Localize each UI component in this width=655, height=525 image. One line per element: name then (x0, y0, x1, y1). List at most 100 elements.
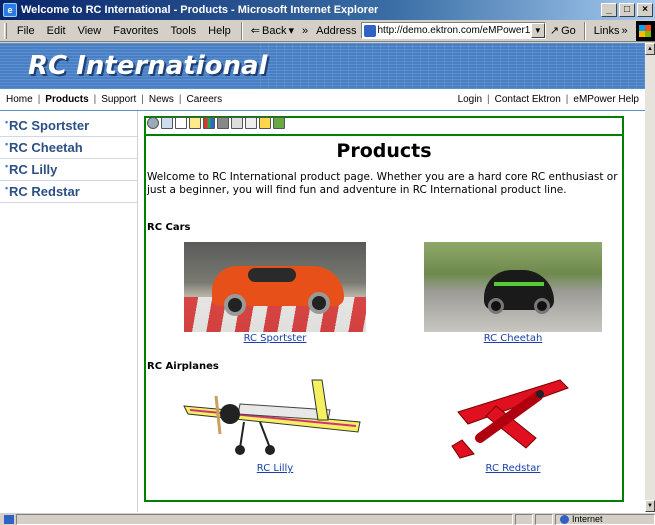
nav-separator: | (37, 94, 41, 105)
edit-frame-right (622, 116, 624, 136)
menu-favorites[interactable]: Favorites (107, 25, 164, 37)
nav-contact[interactable]: Contact Ektron (495, 94, 561, 105)
go-button[interactable]: ↗ Go (546, 24, 580, 38)
maximize-button[interactable]: □ (619, 3, 635, 17)
library-icon[interactable] (203, 117, 215, 129)
delete-icon[interactable] (217, 117, 229, 129)
site-nav: Home | Products | Support | News | Careers Login… (0, 89, 645, 111)
back-label: Back (262, 24, 287, 37)
bullet-icon: • (5, 117, 9, 127)
address-bar[interactable]: http://demo.ektron.com/eMPower13/product… (360, 22, 546, 39)
nav-separator: | (141, 94, 144, 105)
go-label: Go (561, 24, 576, 37)
scroll-down-icon[interactable]: ▼ (645, 500, 655, 512)
nav-careers[interactable]: Careers (187, 94, 223, 105)
sidebar-item-redstar[interactable]: • RC Redstar (0, 181, 137, 203)
page-icon (363, 24, 376, 37)
cheetah-link[interactable]: RC Cheetah (424, 333, 602, 344)
cheetah-image[interactable] (424, 242, 602, 332)
product-card-cheetah[interactable]: RC Cheetah (424, 242, 602, 344)
nav-login[interactable]: Login (458, 94, 482, 105)
more-buttons-chevron[interactable]: » (298, 25, 312, 37)
links-label: Links (593, 24, 620, 37)
back-button[interactable]: ⇐ Back ▾ (247, 24, 298, 38)
status-cell (515, 513, 533, 525)
address-dropdown-icon[interactable]: ▼ (530, 23, 545, 38)
nav-support[interactable]: Support (101, 94, 136, 105)
menu-edit[interactable]: Edit (41, 25, 72, 37)
edit-frame-left (144, 116, 146, 136)
browser-toolbar: File Edit View Favorites Tools Help ⇐ Ba… (0, 20, 655, 42)
internet-zone-icon (560, 514, 569, 524)
history-icon[interactable] (231, 117, 243, 129)
lilly-image[interactable] (180, 376, 370, 462)
menu-view[interactable]: View (72, 25, 108, 37)
nav-separator: | (178, 94, 182, 105)
content-area: Products Welcome to RC International pro… (144, 134, 624, 502)
redstar-image[interactable] (440, 376, 586, 462)
toolbar-separator-2 (583, 21, 586, 40)
cars-heading: RC Cars (147, 222, 191, 233)
edit-icon[interactable] (175, 117, 187, 129)
globe-icon[interactable] (147, 117, 159, 129)
sidebar-item-label: RC Cheetah (9, 140, 83, 155)
sidebar-item-lilly[interactable]: • RC Lilly (0, 159, 137, 181)
approve-icon[interactable] (273, 117, 285, 129)
nav-news[interactable]: News (149, 94, 174, 105)
menu-file[interactable]: File (11, 25, 41, 37)
status-bar: Internet (0, 512, 655, 525)
nav-separator: | (565, 94, 569, 105)
product-card-sportster[interactable]: RC Sportster (184, 242, 366, 344)
planes-heading: RC Airplanes (147, 361, 219, 372)
go-arrow-icon: ↗ (549, 25, 560, 37)
status-page-icon (4, 514, 14, 524)
ie-icon: e (3, 3, 17, 17)
scroll-up-icon[interactable]: ▲ (645, 43, 655, 55)
links-chevron-icon: » (621, 24, 628, 37)
nav-home[interactable]: Home (6, 94, 33, 105)
toolbar-grip (4, 22, 7, 39)
nav-right: Login | Contact Ektron | eMPower Help (458, 94, 639, 105)
sidebar-item-sportster[interactable]: • RC Sportster (0, 115, 137, 137)
minimize-button[interactable]: _ (601, 3, 617, 17)
status-cell (535, 513, 553, 525)
sportster-image[interactable] (184, 242, 366, 332)
back-dropdown-icon[interactable]: ▾ (288, 24, 294, 37)
nav-products[interactable]: Products (45, 94, 88, 105)
nav-left: Home | Products | Support | News | Careers (6, 94, 222, 105)
menu-tools[interactable]: Tools (164, 25, 202, 37)
menu-help[interactable]: Help (202, 25, 237, 37)
preview-icon[interactable] (245, 117, 257, 129)
address-input[interactable]: http://demo.ektron.com/eMPower13/product… (378, 25, 531, 36)
sidebar-item-cheetah[interactable]: • RC Cheetah (0, 137, 137, 159)
properties-icon[interactable] (161, 117, 173, 129)
bullet-icon: • (5, 161, 9, 171)
close-button[interactable]: × (637, 3, 653, 17)
windows-logo-icon (635, 20, 655, 41)
window-controls: _ □ × (601, 3, 653, 17)
help-icon[interactable] (259, 117, 271, 129)
sportster-link[interactable]: RC Sportster (184, 333, 366, 344)
new-icon[interactable] (189, 117, 201, 129)
lilly-link[interactable]: RC Lilly (180, 463, 370, 474)
security-zone: Internet (555, 513, 655, 525)
window-titlebar: e Welcome to RC International - Products… (0, 0, 655, 20)
product-card-redstar[interactable]: RC Redstar (440, 376, 586, 474)
page-title: Products (336, 140, 432, 162)
window-title: Welcome to RC International - Products -… (21, 4, 379, 16)
vertical-scrollbar[interactable]: ▲ ▼ (645, 43, 655, 512)
links-button[interactable]: Links » (590, 25, 632, 37)
sidebar-item-label: RC Lilly (9, 162, 58, 177)
redstar-link[interactable]: RC Redstar (440, 463, 586, 474)
nav-separator: | (487, 94, 490, 105)
sidebar-item-label: RC Redstar (9, 184, 80, 199)
page-viewport: RC International Home | Products | Support | N… (0, 43, 645, 512)
lilly-plane-svg (183, 379, 361, 455)
toolbar-separator (240, 21, 243, 40)
status-text (16, 513, 513, 525)
product-card-lilly[interactable]: RC Lilly (180, 376, 370, 474)
nav-help[interactable]: eMPower Help (573, 94, 639, 105)
site-logo[interactable]: RC International (28, 51, 267, 81)
zone-label: Internet (572, 514, 603, 524)
back-arrow-icon: ⇐ (250, 25, 261, 37)
